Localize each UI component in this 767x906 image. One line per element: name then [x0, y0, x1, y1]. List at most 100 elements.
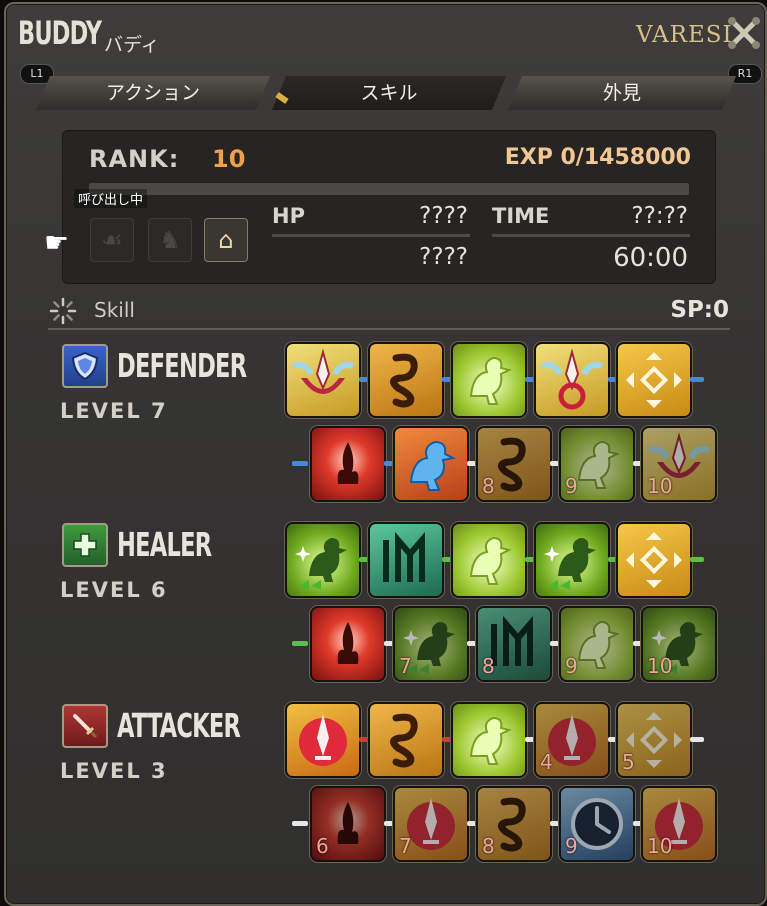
- skill-label: Skill: [94, 298, 135, 322]
- hp-divider: [272, 234, 470, 237]
- skill-icon-diamond-arrows-icon[interactable]: [616, 522, 692, 598]
- tab-skills[interactable]: スキル: [272, 76, 506, 110]
- skill-icon-sword-red-icon[interactable]: 4: [534, 702, 610, 778]
- attacker-sword-icon: [62, 704, 108, 748]
- role-name-attacker: ATTACKER: [117, 706, 241, 745]
- skill-icon-flame-burst-icon[interactable]: 6: [310, 786, 386, 862]
- skill-icon-chocobo-icon[interactable]: [451, 522, 527, 598]
- skill-unlock-level: 10: [647, 654, 673, 678]
- skill-icon-chocobo-icon[interactable]: [451, 702, 527, 778]
- skill-connector: [292, 461, 308, 466]
- skill-icon-chocobo-icon[interactable]: [451, 342, 527, 418]
- skill-icon-background: [287, 344, 359, 416]
- skill-header: [48, 296, 730, 330]
- skill-icon-background: [312, 428, 384, 500]
- skill-unlock-level: 9: [565, 834, 578, 858]
- skill-icon-background: [536, 344, 608, 416]
- hp-current: ????: [419, 244, 468, 270]
- skill-icon-knot-icon[interactable]: [368, 342, 444, 418]
- skill-icon-clock-icon[interactable]: 9: [559, 786, 635, 862]
- skill-icon-chocobo-icon[interactable]: 9: [559, 606, 635, 682]
- skill-unlock-level: 7: [399, 654, 412, 678]
- skill-connector: [292, 821, 308, 826]
- skill-icon-background: [312, 608, 384, 680]
- skill-icon-heal-chocobo-icon[interactable]: 10: [641, 606, 717, 682]
- skill-icon-chocobo-icon[interactable]: 9: [559, 426, 635, 502]
- skill-connector: [690, 377, 704, 382]
- skill-connector: [690, 557, 704, 562]
- follow-command-icon[interactable]: ☙: [90, 218, 134, 262]
- skill-icon-flame-burst-icon[interactable]: [310, 426, 386, 502]
- skill-icon-background: [287, 704, 359, 776]
- skill-icon-background: [618, 524, 690, 596]
- skill-icon-background: [453, 524, 525, 596]
- skill-connector: [292, 641, 308, 646]
- exp-value: EXP 0/1458000: [504, 145, 691, 170]
- skill-icon-knot-icon[interactable]: [368, 702, 444, 778]
- skill-icon-diamond-arrows-icon[interactable]: [616, 342, 692, 418]
- skill-icon-rune-icon[interactable]: 8: [476, 606, 552, 682]
- skill-icon-background: [453, 704, 525, 776]
- skill-points: SP:0: [670, 297, 729, 323]
- loading-spinner-icon: [49, 297, 77, 325]
- skill-icon-heal-chocobo-icon[interactable]: [534, 522, 610, 598]
- skill-icon-background: [453, 344, 525, 416]
- skill-icon-heal-chocobo-icon[interactable]: 7: [393, 606, 469, 682]
- hp-max: ????: [419, 203, 468, 229]
- home-icon[interactable]: ⌂: [204, 218, 248, 262]
- skill-unlock-level: 4: [540, 750, 553, 774]
- role-name-defender: DEFENDER: [117, 346, 247, 385]
- skill-icon-knot-icon[interactable]: 8: [476, 786, 552, 862]
- skill-icon-background: [536, 524, 608, 596]
- skill-unlock-level: 7: [399, 834, 412, 858]
- pointing-hand-icon: ☛: [44, 226, 70, 259]
- skill-icon-background: [395, 428, 467, 500]
- tab-bar: アクション スキル 外見: [36, 76, 736, 112]
- window-subtitle: バディ: [104, 34, 160, 56]
- skill-unlock-level: 9: [565, 474, 578, 498]
- skill-icon-sword-red-icon[interactable]: 10: [641, 786, 717, 862]
- role-level-defender: LEVEL 7: [60, 399, 168, 423]
- skill-unlock-level: 8: [482, 654, 495, 678]
- tab-appearance[interactable]: 外見: [508, 76, 736, 110]
- healer-cross-icon: [62, 523, 108, 567]
- skill-icon-ice-chocobo-icon[interactable]: [393, 426, 469, 502]
- role-level-attacker: LEVEL 3: [60, 759, 168, 783]
- skill-unlock-level: 10: [647, 474, 673, 498]
- role-name-healer: HEALER: [117, 525, 212, 564]
- close-icon[interactable]: [725, 14, 763, 52]
- summoned-status: 呼び出し中: [74, 189, 148, 208]
- role-level-healer: LEVEL 6: [60, 578, 168, 602]
- skill-icon-sword-red-icon[interactable]: [285, 702, 361, 778]
- skill-unlock-level: 10: [647, 834, 673, 858]
- skill-icon-sword-ring-icon[interactable]: [534, 342, 610, 418]
- skill-icon-knot-icon[interactable]: 8: [476, 426, 552, 502]
- skill-unlock-level: 9: [565, 654, 578, 678]
- time-current: 60:00: [613, 243, 688, 273]
- skill-icon-rune-icon[interactable]: [368, 522, 444, 598]
- skill-icon-sword-shield-icon[interactable]: 10: [641, 426, 717, 502]
- rank-label: RANK:: [89, 145, 180, 173]
- tab-actions[interactable]: アクション: [36, 76, 270, 110]
- skill-unlock-level: 8: [482, 474, 495, 498]
- skill-unlock-level: 8: [482, 834, 495, 858]
- skill-icon-heal-chocobo-icon[interactable]: [285, 522, 361, 598]
- free-stance-icon[interactable]: ♞: [148, 218, 192, 262]
- time-divider: [492, 234, 690, 237]
- skill-icon-background: [370, 704, 442, 776]
- skill-unlock-level: 5: [622, 750, 635, 774]
- skill-icon-background: [287, 524, 359, 596]
- skill-icon-flame-burst-icon[interactable]: [310, 606, 386, 682]
- skill-icon-background: [370, 344, 442, 416]
- skill-icon-sword-red-icon[interactable]: 7: [393, 786, 469, 862]
- skill-icon-background: [618, 344, 690, 416]
- player-name: VARESI: [636, 22, 733, 48]
- skill-icon-background: [370, 524, 442, 596]
- time-label: TIME: [492, 204, 550, 228]
- skill-icon-diamond-arrows-icon[interactable]: 5: [616, 702, 692, 778]
- defender-shield-icon: [62, 344, 108, 388]
- hp-label: HP: [272, 204, 305, 228]
- skill-unlock-level: 6: [316, 834, 329, 858]
- window-title: BUDDY: [18, 14, 102, 52]
- skill-icon-sword-shield-icon[interactable]: [285, 342, 361, 418]
